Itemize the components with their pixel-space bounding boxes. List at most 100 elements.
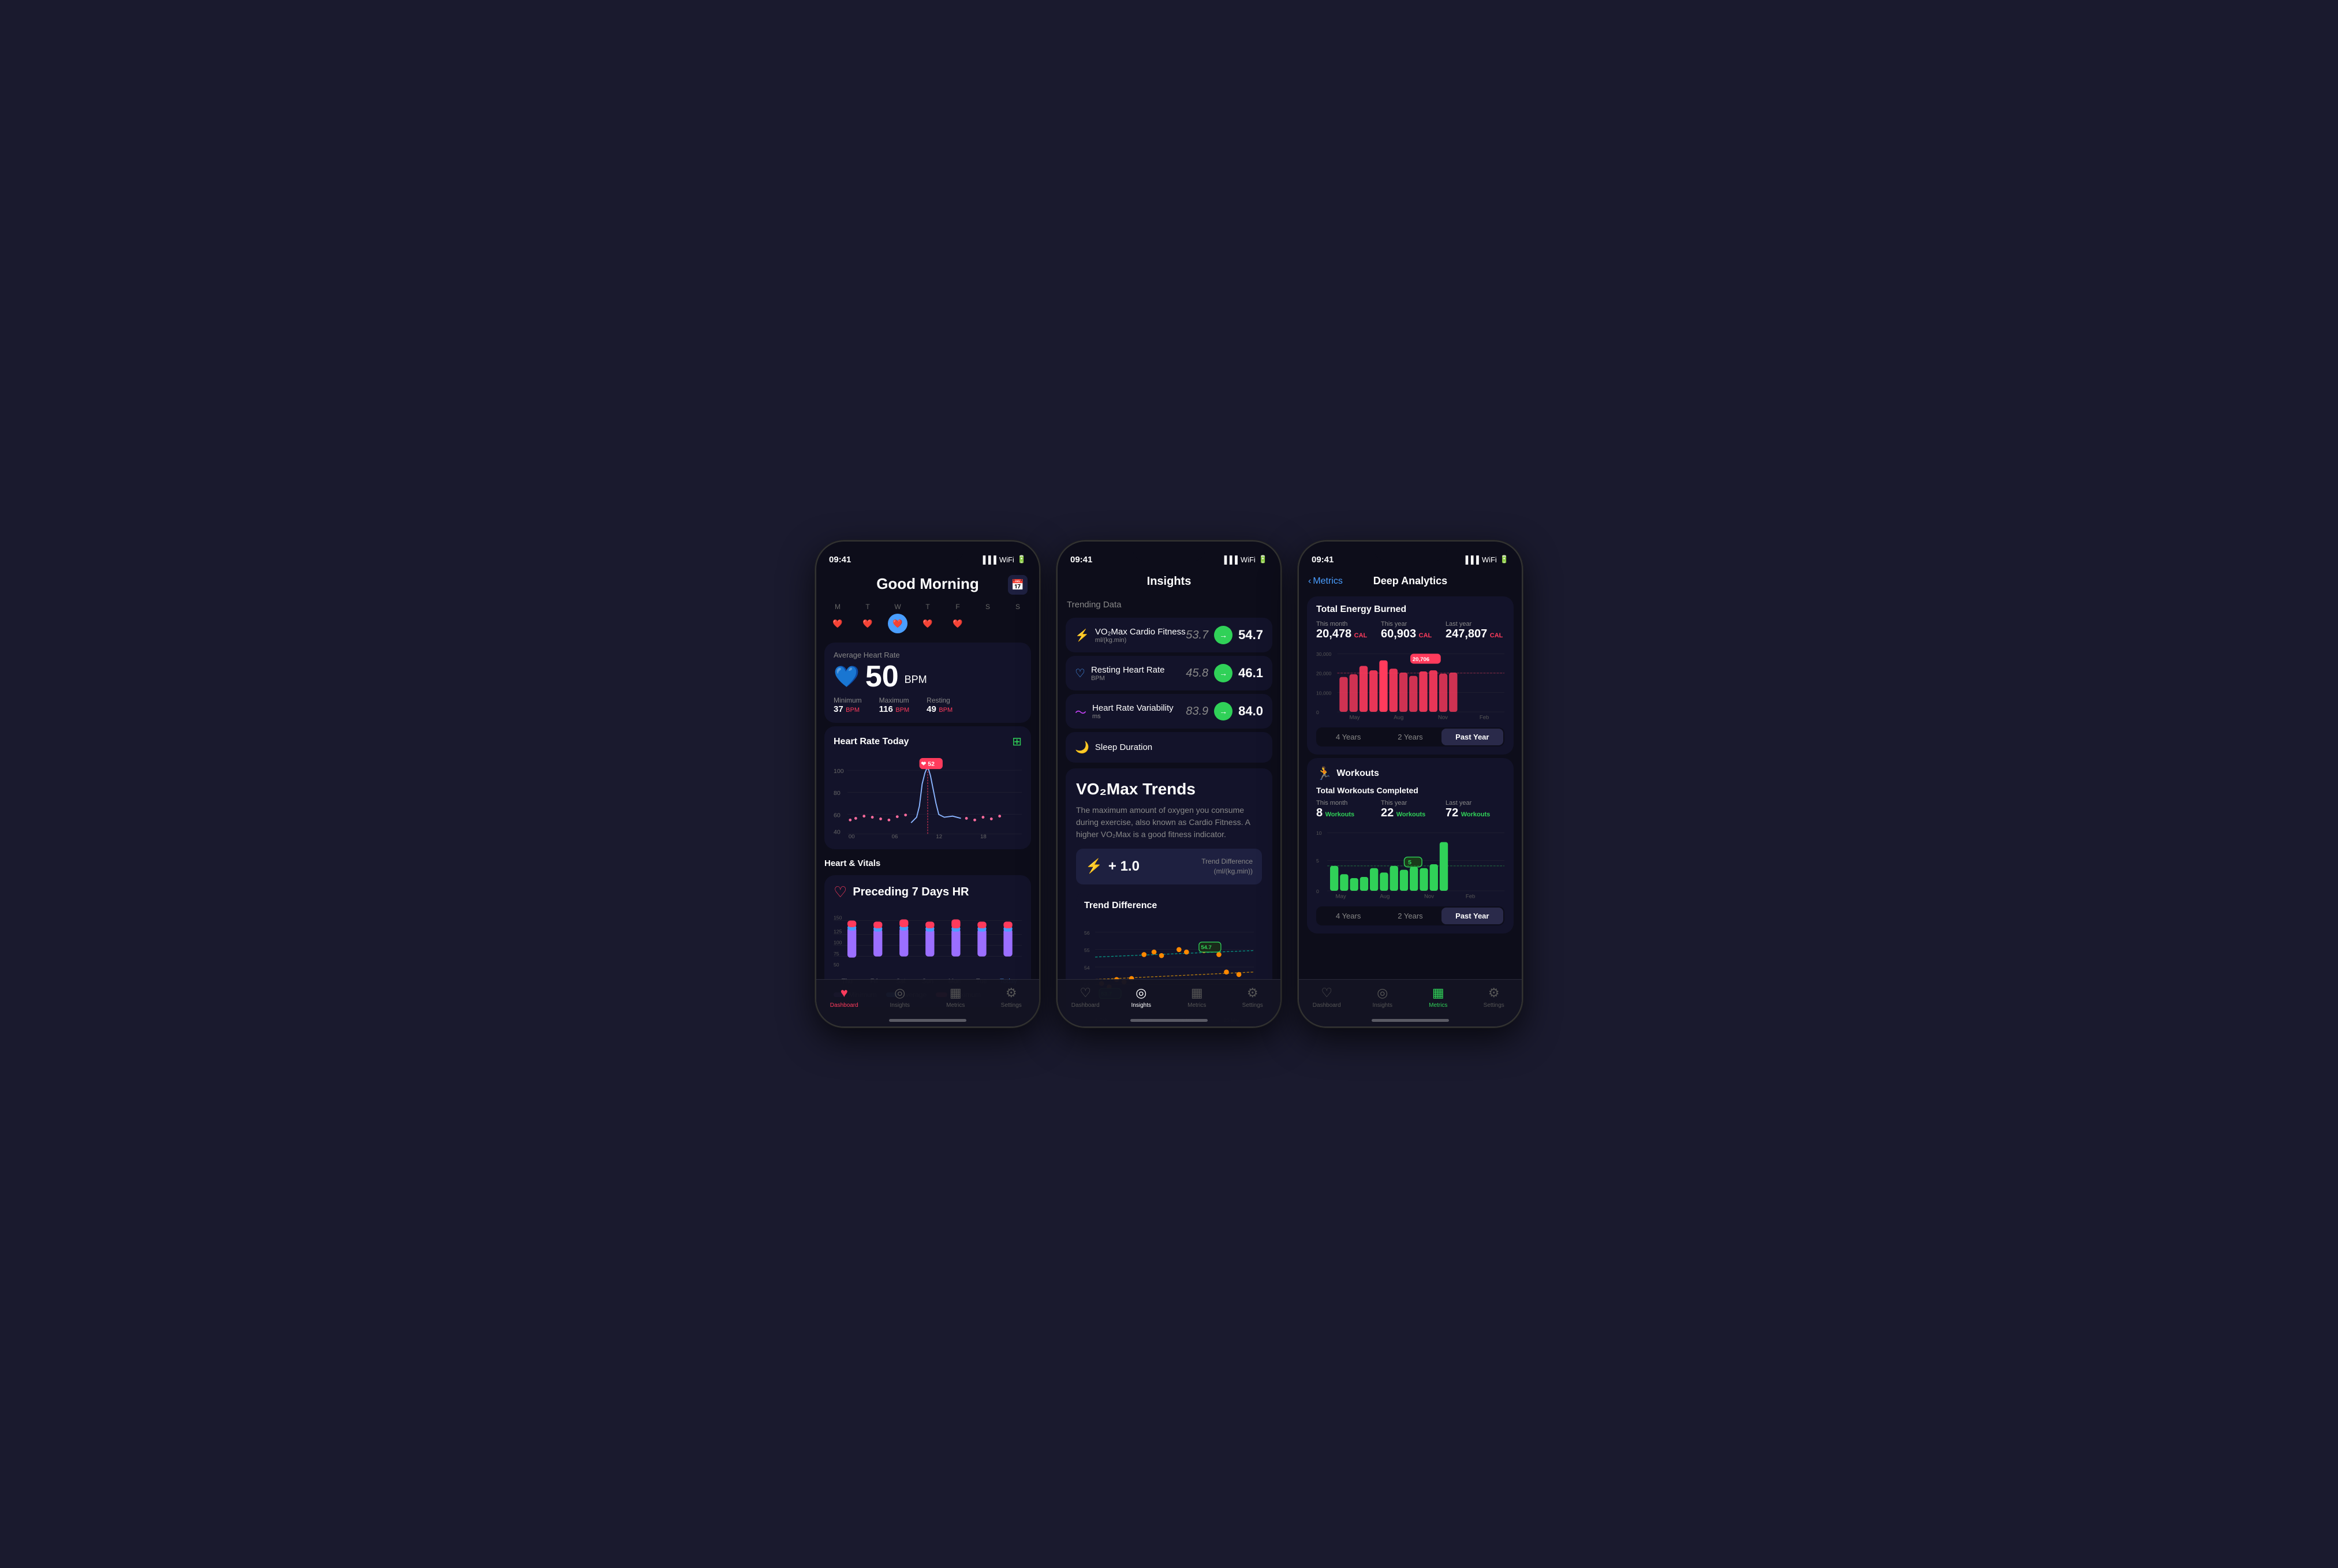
energy-tab-4y[interactable]: 4 Years (1317, 729, 1379, 745)
svg-text:56: 56 (1084, 929, 1090, 935)
insights-tab-label: Insights (890, 1002, 910, 1009)
home-indicator (889, 1019, 966, 1022)
scatter-title: Trend Difference (1084, 901, 1254, 911)
back-label: Metrics (1313, 576, 1343, 587)
svg-text:00: 00 (849, 834, 855, 840)
svg-text:40: 40 (834, 828, 841, 835)
energy-tab-2y[interactable]: 2 Years (1379, 729, 1441, 745)
workouts-title: Workouts (1336, 768, 1379, 779)
workouts-this-month: This month 8 Workouts (1316, 800, 1375, 820)
status-time-insights: 09:41 (1070, 555, 1092, 565)
heart-rate-chart-card: Heart Rate Today ⊞ 100 80 60 40 (824, 726, 1031, 849)
hr-stats: Minimum 37 BPM Maximum 116 BPM Resting 4… (834, 696, 1022, 715)
insights-content: Insights Trending Data ⚡ VO₂Max Cardio F… (1058, 570, 1280, 1026)
tab-insights-ana[interactable]: ◎ Insights (1355, 985, 1411, 1009)
vo2-icon: ⚡ (1075, 628, 1089, 643)
phone-insights: 09:41 ▐▐▐ WiFi 🔋 Insights Trending Data … (1056, 540, 1282, 1028)
trend-diff-box: ⚡ + 1.0 Trend Difference(ml/(kg.min)) (1076, 849, 1262, 884)
tab-insights[interactable]: ◎ Insights (872, 985, 928, 1009)
wifi-icon: WiFi (999, 555, 1014, 564)
energy-this-year: This year 60,903 CAL (1381, 621, 1440, 641)
back-button[interactable]: ‹ Metrics (1308, 576, 1343, 587)
tab-metrics-ins[interactable]: ▦ Metrics (1169, 985, 1225, 1009)
energy-time-tabs: 4 Years 2 Years Past Year (1316, 727, 1504, 746)
sleep-name: Sleep Duration (1095, 742, 1152, 752)
tab-dashboard[interactable]: ♥ Dashboard (816, 985, 872, 1009)
hr-stat-min: Minimum 37 BPM (834, 696, 862, 715)
insight-vo2max[interactable]: ⚡ VO₂Max Cardio Fitness ml/(kg.min) 53.7… (1066, 618, 1272, 652)
trend-diff-value: + 1.0 (1108, 858, 1140, 875)
workouts-stats-row: This month 8 Workouts This year 22 Worko… (1316, 800, 1504, 820)
notch (891, 542, 964, 561)
insights-tab-icon-ana: ◎ (1377, 985, 1388, 1000)
energy-last-year: Last year 247,807 CAL (1446, 621, 1504, 641)
svg-text:20,000: 20,000 (1316, 671, 1332, 677)
svg-text:54: 54 (1084, 965, 1090, 970)
trending-label: Trending Data (1058, 596, 1280, 615)
settings-tab-label-ana: Settings (1484, 1002, 1504, 1009)
svg-text:0: 0 (1316, 710, 1319, 715)
rhr-icon: ♡ (1075, 666, 1085, 681)
insight-sleep[interactable]: 🌙 Sleep Duration (1066, 732, 1272, 763)
tab-insights-ins[interactable]: ◎ Insights (1114, 985, 1170, 1009)
insights-tab-label-ins: Insights (1131, 1002, 1151, 1009)
insights-title: Insights (1069, 575, 1269, 588)
battery-icon-insights: 🔋 (1258, 555, 1268, 564)
workouts-tab-4y[interactable]: 4 Years (1317, 908, 1379, 924)
workouts-bar-chart: 10 5 0 (1316, 827, 1504, 902)
phones-container: 09:41 ▐▐▐ WiFi 🔋 Good Morning 📅 M ❤️ (815, 540, 1523, 1028)
signal-icon-insights: ▐▐▐ (1222, 555, 1238, 564)
status-time: 09:41 (829, 555, 851, 565)
workouts-section: 🏃 Workouts Total Workouts Completed This… (1307, 758, 1514, 934)
energy-section: Total Energy Burned This month 20,478 CA… (1307, 596, 1514, 755)
section-label-vitals: Heart & Vitals (816, 853, 1039, 872)
energy-tab-pastyear[interactable]: Past Year (1441, 729, 1503, 745)
chart-expand-button[interactable]: ⊞ (1012, 734, 1022, 749)
settings-tab-label-ins: Settings (1242, 1002, 1263, 1009)
tab-settings-ana[interactable]: ⚙ Settings (1466, 985, 1522, 1009)
insight-hrv[interactable]: 〜 Heart Rate Variability ms 83.9 → 84.0 (1066, 694, 1272, 729)
tab-settings-ins[interactable]: ⚙ Settings (1225, 985, 1281, 1009)
avg-heart-rate-card: Average Heart Rate 💙 50 BPM Minimum 37 B… (824, 643, 1031, 723)
svg-text:54.7: 54.7 (1201, 944, 1212, 950)
day-label-m: M (835, 603, 841, 611)
tab-settings[interactable]: ⚙ Settings (984, 985, 1040, 1009)
svg-text:100: 100 (834, 768, 844, 775)
workouts-icon: 🏃 (1316, 766, 1332, 781)
chart-header: Heart Rate Today ⊞ (834, 734, 1022, 749)
calendar-button[interactable]: 📅 (1008, 575, 1028, 595)
rhr-to: 46.1 (1238, 666, 1263, 681)
vo2-from: 53.7 (1186, 629, 1208, 642)
wifi-icon-insights: WiFi (1241, 555, 1256, 564)
heart-rate-chart: 100 80 60 40 (834, 755, 1022, 841)
insight-resting-hr[interactable]: ♡ Resting Heart Rate BPM 45.8 → 46.1 (1066, 656, 1272, 690)
workouts-time-tabs: 4 Years 2 Years Past Year (1316, 906, 1504, 925)
back-chevron-icon: ‹ (1308, 576, 1311, 587)
tab-dashboard-ana[interactable]: ♡ Dashboard (1299, 985, 1355, 1009)
energy-stats-row: This month 20,478 CAL This year 60,903 C… (1316, 621, 1504, 641)
dashboard-tab-label-ana: Dashboard (1313, 1002, 1341, 1009)
workouts-tab-pastyear[interactable]: Past Year (1441, 908, 1503, 924)
svg-text:10: 10 (1316, 830, 1322, 836)
settings-tab-icon: ⚙ (1006, 985, 1017, 1000)
svg-text:125: 125 (834, 928, 842, 934)
energy-this-month: This month 20,478 CAL (1316, 621, 1375, 641)
workouts-tab-2y[interactable]: 2 Years (1379, 908, 1441, 924)
tab-metrics[interactable]: ▦ Metrics (928, 985, 984, 1009)
svg-text:18: 18 (980, 834, 987, 840)
vo2-unit: ml/(kg.min) (1095, 637, 1186, 644)
metrics-tab-label-ins: Metrics (1187, 1002, 1206, 1009)
analytics-header: ‹ Metrics Deep Analytics (1299, 570, 1522, 593)
tab-metrics-ana[interactable]: ▦ Metrics (1410, 985, 1466, 1009)
svg-text:80: 80 (834, 790, 841, 797)
heart-icon: 💙 (834, 664, 860, 689)
day-circle-m[interactable]: ❤️ (828, 614, 847, 633)
insights-tab-label-ana: Insights (1373, 1002, 1392, 1009)
sleep-icon: 🌙 (1075, 740, 1089, 755)
signal-icon-analytics: ▐▐▐ (1463, 555, 1479, 564)
phone-dashboard: 09:41 ▐▐▐ WiFi 🔋 Good Morning 📅 M ❤️ (815, 540, 1040, 1028)
settings-tab-icon-ins: ⚙ (1247, 985, 1258, 1000)
tab-dashboard-ins[interactable]: ♡ Dashboard (1058, 985, 1114, 1009)
week-day-mon: M ❤️ (828, 603, 847, 633)
svg-text:75: 75 (834, 951, 839, 957)
